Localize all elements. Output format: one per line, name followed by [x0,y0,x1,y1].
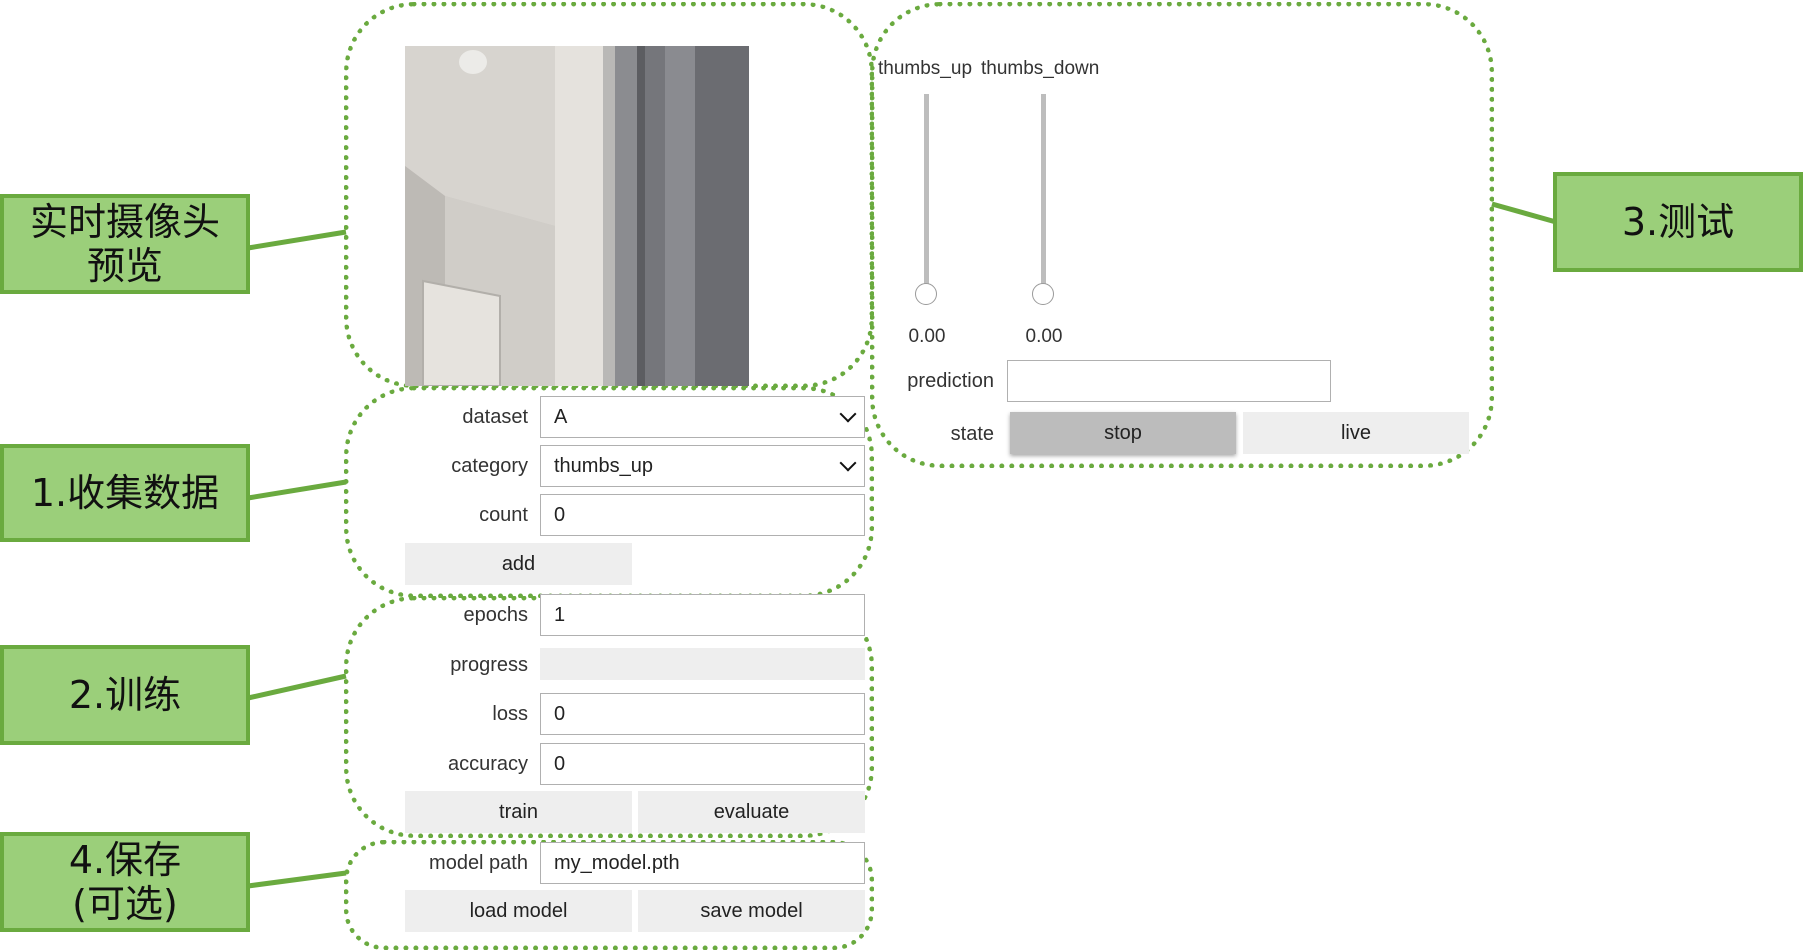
save-model-button[interactable]: save model [638,890,865,932]
train-button[interactable]: train [405,791,632,833]
dataset-select[interactable]: A [540,396,865,438]
connector-save [247,870,347,889]
chevron-down-icon [839,405,857,423]
callout-save-line1: 4.保存 [68,838,182,882]
camera-preview-image [405,46,749,386]
dataset-label: dataset [462,406,528,428]
slider-track-thumbs-down[interactable] [1041,94,1046,294]
slider-value-thumbs-up: 0.00 [908,326,946,347]
callout-collect-data: 1.收集数据 [0,444,250,542]
count-label: count [479,504,528,526]
count-value: 0 [554,503,566,526]
callout-test-text: 3.测试 [1621,200,1735,244]
slider-knob-icon[interactable] [1032,283,1054,305]
slider-knob-icon[interactable] [915,283,937,305]
loss-value: 0 [554,702,566,725]
add-button[interactable]: add [405,543,632,585]
category-select[interactable]: thumbs_up [540,445,865,487]
connector-collect [247,479,347,501]
callout-camera-line2: 预览 [86,244,163,288]
slider-value-thumbs-down: 0.00 [1025,326,1063,347]
callout-train: 2.训练 [0,645,250,745]
loss-field[interactable]: 0 [540,693,865,735]
connector-train [247,673,347,701]
slider-label-thumbs-down: thumbs_down [981,58,1100,79]
camera-frame-drawing [405,46,749,386]
epochs-label: epochs [463,604,529,626]
accuracy-value: 0 [554,752,566,775]
training-progress-bar [540,648,865,680]
accuracy-label: accuracy [447,753,528,775]
connector-camera [247,229,347,251]
epochs-field[interactable]: 1 [540,594,865,636]
slider-track-thumbs-up[interactable] [924,94,929,294]
callout-save: 4.保存 (可选) [0,832,250,932]
state-label: state [950,423,994,445]
category-selected-value: thumbs_up [554,454,653,477]
model-path-field[interactable]: my_model.pth [540,842,865,884]
chevron-down-icon [839,454,857,472]
category-label: category [451,455,528,477]
dataset-selected-value: A [554,405,568,428]
loss-label: loss [492,703,528,725]
count-field[interactable]: 0 [540,494,865,536]
progress-label: progress [450,654,528,676]
slider-label-thumbs-up: thumbs_up [878,58,973,79]
epochs-value: 1 [554,603,566,626]
state-live-toggle[interactable]: live [1243,412,1469,454]
model-path-label: model path [429,852,528,874]
state-stop-toggle[interactable]: stop [1010,412,1236,454]
callout-camera-preview: 实时摄像头 预览 [0,194,250,294]
prediction-label: prediction [907,370,994,392]
model-path-value: my_model.pth [554,851,680,874]
callout-save-line2: (可选) [72,882,178,926]
load-model-button[interactable]: load model [405,890,632,932]
callout-train-text: 2.训练 [68,673,182,717]
evaluate-button[interactable]: evaluate [638,791,865,833]
connector-test [1491,201,1557,225]
prediction-field[interactable] [1007,360,1331,402]
callout-camera-line1: 实时摄像头 [29,200,220,244]
callout-test: 3.测试 [1553,172,1803,272]
accuracy-field[interactable]: 0 [540,743,865,785]
callout-collect-text: 1.收集数据 [30,471,220,515]
